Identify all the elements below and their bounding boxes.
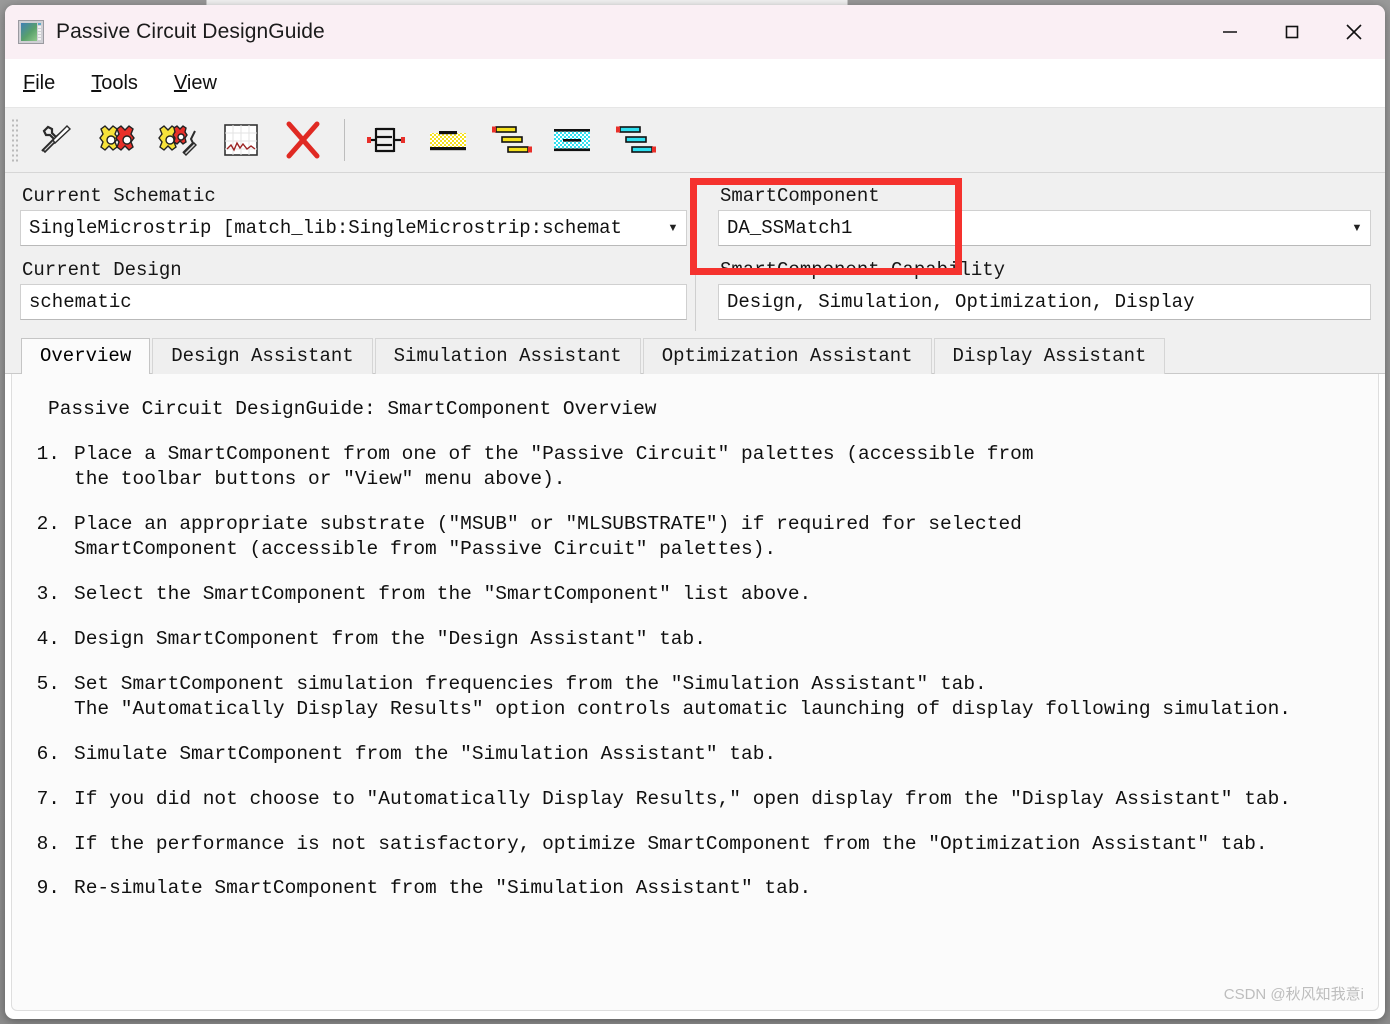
smart-component-dropdown[interactable]: DA_SSMatch1 ▼ — [718, 210, 1371, 246]
step-number: 6. — [36, 742, 60, 765]
tab-bar: Overview Design Assistant Simulation Ass… — [5, 335, 1385, 374]
menu-view-label: iew — [186, 71, 217, 94]
microstrip-lines-icon[interactable] — [479, 116, 541, 164]
plot-graph-icon[interactable] — [210, 116, 272, 164]
gears-wrench-icon[interactable] — [148, 116, 210, 164]
chevron-down-icon[interactable]: ▼ — [666, 222, 680, 234]
toolbar-separator — [344, 119, 345, 161]
step-number: 9. — [36, 877, 60, 900]
step-line: Place a SmartComponent from one of the "… — [74, 443, 1034, 465]
current-design-field: schematic — [20, 284, 687, 320]
menu-file-label: ile — [35, 71, 56, 94]
tab-display-assistant[interactable]: Display Assistant — [933, 338, 1166, 374]
step-number: 7. — [36, 787, 60, 810]
step-body: Place an appropriate substrate ("MSUB" o… — [74, 512, 1360, 562]
list-item: 6. Simulate SmartComponent from the "Sim… — [30, 742, 1360, 767]
overview-panel: Passive Circuit DesignGuide: SmartCompon… — [11, 374, 1379, 1011]
window-controls — [1199, 5, 1385, 59]
step-body: Place a SmartComponent from one of the "… — [74, 442, 1360, 492]
step-line: If the performance is not satisfactory, … — [74, 832, 1268, 855]
menu-file-accel: F — [23, 71, 36, 94]
step-line: Select the SmartComponent from the "Smar… — [74, 582, 812, 605]
menu-view-accel: V — [173, 71, 187, 94]
menu-bar: File Tools View — [5, 59, 1385, 108]
smart-component-capability-value: Design, Simulation, Optimization, Displa… — [727, 291, 1195, 313]
menu-tools[interactable]: Tools — [91, 72, 138, 95]
tab-overview[interactable]: Overview — [21, 338, 151, 374]
step-body: Set SmartComponent simulation frequencie… — [74, 672, 1360, 722]
menu-view[interactable]: View — [174, 72, 217, 95]
list-item: 4. Design SmartComponent from the "Desig… — [30, 627, 1360, 652]
close-button[interactable] — [1323, 5, 1385, 59]
stripline-lines-icon[interactable] — [603, 116, 665, 164]
step-body: Simulate SmartComponent from the "Simula… — [74, 742, 1360, 767]
step-line: If you did not choose to "Automatically … — [74, 787, 1291, 810]
application-window: Passive Circuit DesignGuide File Tools V… — [5, 5, 1385, 1019]
current-design-label: Current Design — [22, 259, 182, 281]
step-line: The "Automatically Display Results" opti… — [74, 697, 1291, 720]
list-item: 9. Re-simulate SmartComponent from the "… — [30, 876, 1360, 901]
current-design-value: schematic — [29, 291, 132, 313]
toolbar — [5, 108, 1385, 173]
ladder-network-icon[interactable] — [355, 116, 417, 164]
smart-component-capability-label: SmartComponent Capability — [720, 259, 1006, 281]
step-body: Design SmartComponent from the "Design A… — [74, 627, 1360, 652]
gears-red-icon[interactable] — [86, 116, 148, 164]
microstrip-substrate-icon[interactable] — [417, 116, 479, 164]
menu-tools-label: ools — [101, 71, 138, 94]
menu-file[interactable]: File — [23, 72, 55, 95]
smart-component-value: DA_SSMatch1 — [727, 217, 853, 239]
list-item: 1. Place a SmartComponent from one of th… — [30, 442, 1360, 492]
step-number: 1. — [36, 443, 60, 465]
maximize-button[interactable] — [1261, 5, 1323, 59]
smart-component-capability-field: Design, Simulation, Optimization, Displa… — [718, 284, 1371, 320]
stripline-substrate-icon[interactable] — [541, 116, 603, 164]
red-x-icon[interactable] — [272, 116, 334, 164]
list-item: 5. Set SmartComponent simulation frequen… — [30, 672, 1360, 722]
app-window-icon — [18, 20, 44, 44]
tab-simulation-assistant[interactable]: Simulation Assistant — [374, 338, 641, 374]
list-item: 8. If the performance is not satisfactor… — [30, 832, 1360, 857]
toolbar-drag-grip[interactable] — [10, 118, 18, 162]
watermark: CSDN @秋风知我意i — [1223, 986, 1364, 1003]
smart-component-label: SmartComponent — [720, 185, 880, 207]
list-item: 2. Place an appropriate substrate ("MSUB… — [30, 512, 1360, 562]
fields-right-column: SmartComponent DA_SSMatch1 ▼ SmartCompon… — [695, 183, 1385, 331]
step-body: Select the SmartComponent from the "Smar… — [74, 582, 1360, 607]
current-schematic-value: SingleMicrostrip [match_lib:SingleMicros… — [29, 217, 622, 239]
window-title: Passive Circuit DesignGuide — [56, 20, 325, 43]
step-number: 4. — [36, 627, 60, 650]
title-bar: Passive Circuit DesignGuide — [5, 5, 1385, 59]
step-number: 3. — [36, 582, 60, 605]
step-line: Re-simulate SmartComponent from the "Sim… — [74, 877, 812, 900]
step-line: Set SmartComponent simulation frequencie… — [74, 672, 987, 695]
chevron-down-icon[interactable]: ▼ — [1350, 222, 1364, 234]
overview-steps-list: 1. Place a SmartComponent from one of th… — [30, 442, 1360, 901]
current-schematic-dropdown[interactable]: SingleMicrostrip [match_lib:SingleMicros… — [20, 210, 687, 246]
step-line: SmartComponent (accessible from "Passive… — [74, 537, 777, 560]
step-line: Place an appropriate substrate ("MSUB" o… — [74, 512, 1022, 535]
step-number: 5. — [36, 672, 60, 695]
tab-design-assistant[interactable]: Design Assistant — [152, 338, 373, 374]
list-item: 3. Select the SmartComponent from the "S… — [30, 582, 1360, 607]
tab-optimization-assistant[interactable]: Optimization Assistant — [642, 338, 932, 374]
step-number: 2. — [36, 512, 60, 535]
step-line: Design SmartComponent from the "Design A… — [74, 627, 706, 650]
step-body: If you did not choose to "Automatically … — [74, 787, 1360, 812]
menu-tools-accel: T — [91, 71, 102, 94]
step-line: Simulate SmartComponent from the "Simula… — [74, 742, 777, 765]
minimize-button[interactable] — [1199, 5, 1261, 59]
step-body: If the performance is not satisfactory, … — [74, 832, 1360, 857]
list-item: 7. If you did not choose to "Automatical… — [30, 787, 1360, 812]
current-schematic-label: Current Schematic — [22, 185, 216, 207]
step-number: 8. — [36, 832, 60, 855]
step-body: Re-simulate SmartComponent from the "Sim… — [74, 876, 1360, 901]
fields-left-column: Current Schematic SingleMicrostrip [matc… — [5, 183, 695, 331]
fields-panel: Current Schematic SingleMicrostrip [matc… — [5, 173, 1385, 335]
step-line: the toolbar buttons or "View" menu above… — [74, 467, 566, 490]
overview-title: Passive Circuit DesignGuide: SmartCompon… — [48, 398, 657, 420]
wrench-tool-icon[interactable] — [24, 116, 86, 164]
